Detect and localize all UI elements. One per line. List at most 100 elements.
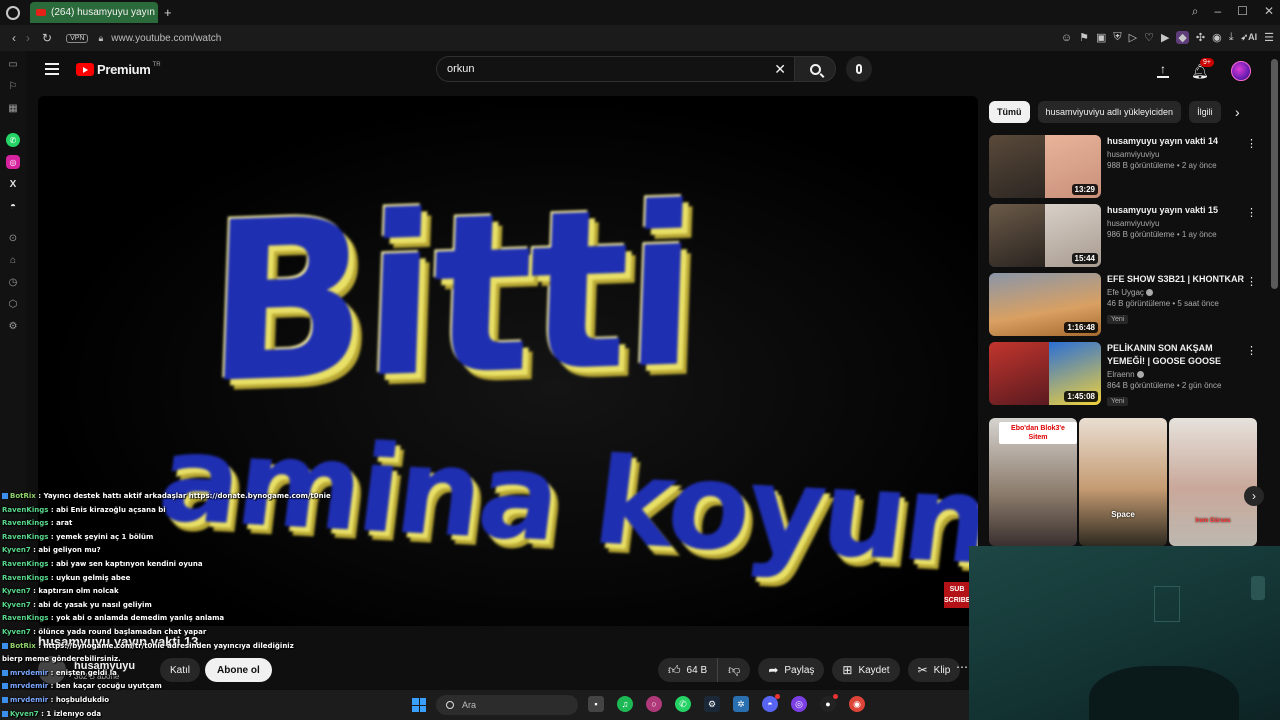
rec-title[interactable]: husamyuyu yayın vakti 15 bbox=[1107, 204, 1245, 217]
rec-item[interactable]: 1:16:48 EFE SHOW S3B21 | KHONTKAR Efe Uy… bbox=[989, 273, 1259, 341]
new-tab-button[interactable]: + bbox=[164, 5, 172, 20]
rec-menu-icon[interactable]: ⋮ bbox=[1246, 275, 1257, 288]
voice-search-button[interactable] bbox=[846, 56, 872, 82]
chrome-icon[interactable]: ◉ bbox=[849, 696, 865, 712]
notifications-button[interactable]: 🔔︎ 9+ bbox=[1191, 57, 1214, 80]
upload-icon[interactable]: ↑ bbox=[1157, 63, 1169, 78]
steam-icon[interactable]: ⚙ bbox=[704, 696, 720, 712]
download-icon[interactable]: ⤓ bbox=[1229, 31, 1234, 44]
chip-all[interactable]: Tümü bbox=[989, 101, 1030, 123]
app-dark-icon[interactable]: ● bbox=[820, 694, 838, 712]
save-button[interactable]: ⊞ Kaydet bbox=[832, 658, 900, 682]
profile-icon[interactable]: ◉ bbox=[1212, 31, 1222, 44]
spotify-icon[interactable]: ♫ bbox=[617, 696, 633, 712]
player-icon[interactable]: ▷ bbox=[1129, 31, 1137, 44]
share-button[interactable]: ➦ Paylaş bbox=[758, 658, 825, 682]
verified-icon bbox=[1136, 371, 1144, 379]
page-scrollbar[interactable] bbox=[1269, 51, 1280, 546]
chip-related[interactable]: İlgili bbox=[1189, 101, 1221, 123]
rec-item[interactable]: 1:45:08 PELİKANIN SON AKŞAM YEMEĞİ! | GO… bbox=[989, 342, 1259, 410]
whatsapp-taskbar-icon[interactable]: ✆ bbox=[675, 696, 691, 712]
discord-icon[interactable]: ◓ bbox=[6, 199, 20, 213]
settings-icon[interactable]: ⚙ bbox=[6, 319, 20, 333]
chip-from-uploader[interactable]: husamviyuviyu adlı yükleyiciden bbox=[1037, 101, 1182, 123]
shorts-next-button[interactable]: › bbox=[1244, 486, 1264, 506]
rec-title[interactable]: PELİKANIN SON AKŞAM YEMEĞİ! | GOOSE GOOS… bbox=[1107, 342, 1245, 368]
whatsapp-icon[interactable]: ✆ bbox=[6, 133, 20, 147]
emoji-icon[interactable]: ☺ bbox=[1061, 32, 1072, 44]
rec-thumbnail[interactable]: 15:44 bbox=[989, 204, 1101, 267]
app-blue-icon[interactable]: ✲ bbox=[733, 696, 749, 712]
url-field[interactable]: www.youtube.com/watch bbox=[111, 33, 221, 44]
puzzle-icon[interactable]: ✣ bbox=[1196, 31, 1205, 44]
like-button[interactable]: 👍︎ 64 B bbox=[658, 658, 719, 682]
instagram-icon[interactable]: ◎ bbox=[6, 155, 20, 169]
youtube-premium-logo[interactable]: Premium TR bbox=[76, 62, 161, 77]
rec-menu-icon[interactable]: ⋮ bbox=[1246, 206, 1257, 219]
rec-item[interactable]: 13:29 husamyuyu yayın vakti 14 husamviyu… bbox=[989, 135, 1259, 203]
x-twitter-icon[interactable]: X bbox=[6, 177, 20, 191]
opera-gx-icon[interactable]: ○ bbox=[646, 696, 662, 712]
snapshot-icon[interactable]: ▣ bbox=[1096, 31, 1106, 44]
clear-search-icon[interactable]: ✕ bbox=[774, 61, 786, 78]
rec-menu-icon[interactable]: ⋮ bbox=[1246, 137, 1257, 150]
rec-thumbnail[interactable]: 1:45:08 bbox=[989, 342, 1101, 405]
pinboard-icon[interactable]: ⌂ bbox=[6, 253, 20, 267]
close-window-icon[interactable]: ✕ bbox=[1264, 4, 1274, 19]
rec-thumbnail[interactable]: 1:16:48 bbox=[989, 273, 1101, 336]
rec-channel[interactable]: husamviyuviyu bbox=[1107, 219, 1245, 228]
search-tabs-icon[interactable]: ⌕ bbox=[1192, 4, 1199, 19]
rec-title[interactable]: EFE SHOW S3B21 | KHONTKAR bbox=[1107, 273, 1245, 286]
messenger-icon[interactable]: ▭ bbox=[6, 57, 20, 71]
search-input[interactable] bbox=[447, 63, 767, 75]
notification-badge: 9+ bbox=[1200, 57, 1214, 67]
chat-message: mrvdemir : ben kaçar çocuğu uyutçam bbox=[2, 680, 422, 694]
discord-taskbar-icon[interactable]: ◓ bbox=[762, 694, 780, 712]
short-item[interactable]: Space bbox=[1079, 418, 1167, 546]
vpn-badge[interactable]: VPN bbox=[66, 33, 89, 43]
player-sidebar-icon[interactable]: ⊙ bbox=[6, 231, 20, 245]
heart-icon[interactable]: ♡ bbox=[1144, 31, 1154, 44]
back-icon[interactable]: ‹ bbox=[12, 31, 16, 45]
chat-text: : abi geliyon mu? bbox=[30, 546, 101, 555]
clip-button[interactable]: ✂ Klip bbox=[907, 658, 961, 682]
short-item[interactable]: Ebo'dan Blok3'e Sitem bbox=[989, 418, 1077, 546]
rec-menu-icon[interactable]: ⋮ bbox=[1246, 344, 1257, 357]
extension-purple-icon[interactable]: ◆ bbox=[1176, 31, 1189, 44]
taskbar-search[interactable]: Ara bbox=[436, 695, 578, 715]
search-button[interactable] bbox=[794, 56, 836, 82]
account-avatar[interactable] bbox=[1230, 61, 1251, 81]
lock-icon[interactable]: 🔒︎ bbox=[98, 33, 103, 44]
share-icon: ➦ bbox=[768, 663, 779, 677]
rec-title[interactable]: husamyuyu yayın vakti 14 bbox=[1107, 135, 1245, 148]
rec-channel[interactable]: Efe Uygaç bbox=[1107, 288, 1245, 297]
extensions-sidebar-icon[interactable]: ⬡ bbox=[6, 297, 20, 311]
browser-tab-active[interactable]: (264) husamyuyu yayın va bbox=[30, 2, 158, 23]
chat-badge-icon bbox=[2, 710, 8, 717]
bookmark-icon[interactable]: ⚑ bbox=[1079, 31, 1089, 44]
aria-ai-button[interactable]: ➶AI bbox=[1241, 32, 1258, 43]
reload-icon[interactable]: ↻ bbox=[42, 31, 52, 45]
shield-icon[interactable]: ⛨ bbox=[1113, 31, 1121, 44]
history-icon[interactable]: ◷ bbox=[6, 275, 20, 289]
rec-thumbnail[interactable]: 13:29 bbox=[989, 135, 1101, 198]
opera-logo-icon[interactable] bbox=[6, 5, 20, 20]
maximize-icon[interactable]: ☐ bbox=[1237, 4, 1248, 19]
task-view-icon[interactable]: ▪ bbox=[588, 696, 604, 712]
chips-next-icon[interactable]: › bbox=[1235, 104, 1240, 120]
rec-channel[interactable]: Elraenn bbox=[1107, 370, 1245, 379]
hamburger-menu-icon[interactable] bbox=[45, 63, 59, 75]
play-icon[interactable]: ▶ bbox=[1161, 31, 1169, 44]
rec-item[interactable]: 15:44 husamyuyu yayın vakti 15 husamviyu… bbox=[989, 204, 1259, 272]
app-purple-icon[interactable]: ◎ bbox=[791, 696, 807, 712]
flow-icon[interactable]: ⚐ bbox=[6, 79, 20, 93]
minimize-icon[interactable]: – bbox=[1214, 4, 1221, 19]
rec-channel[interactable]: husamviyuviyu bbox=[1107, 150, 1245, 159]
forward-icon[interactable]: › bbox=[26, 31, 30, 45]
short-item[interactable]: Irem Gürses bbox=[1169, 418, 1257, 546]
subscribe-watermark[interactable]: SUB SCRIBE bbox=[944, 582, 970, 608]
crypto-wallet-icon[interactable]: ▦ bbox=[6, 101, 20, 115]
dislike-button[interactable]: 👎︎ bbox=[718, 658, 751, 682]
more-actions-icon[interactable]: ⋯ bbox=[956, 660, 968, 674]
menu-icon[interactable]: ☰ bbox=[1264, 31, 1274, 44]
